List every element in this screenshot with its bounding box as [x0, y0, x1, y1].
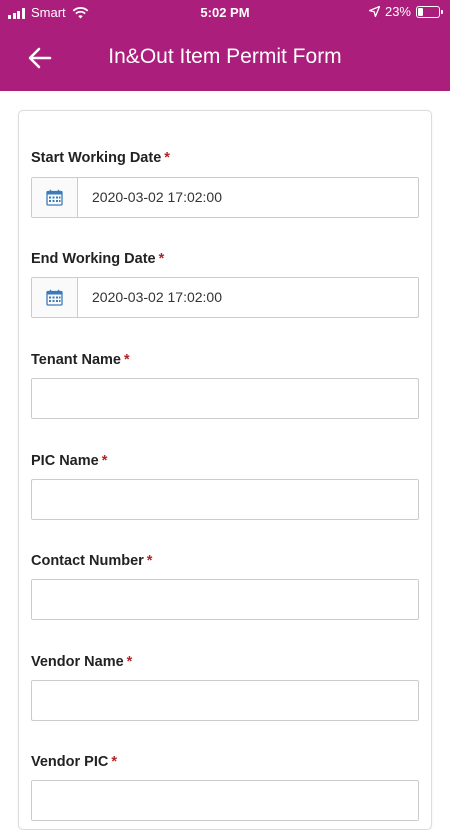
- pic-name-label: PIC Name *: [31, 453, 107, 469]
- status-right: 23%: [368, 4, 443, 19]
- vendor-pic-input[interactable]: [31, 780, 419, 821]
- calendar-icon: [46, 289, 63, 306]
- page-title: In&Out Item Permit Form: [0, 45, 450, 69]
- required-marker: *: [164, 150, 170, 166]
- pic-name-input[interactable]: [31, 479, 419, 520]
- vendor-pic-label-text: Vendor PIC: [31, 754, 109, 770]
- battery-fill: [418, 7, 423, 16]
- battery-icon: [416, 5, 443, 18]
- required-marker: *: [158, 251, 165, 267]
- status-bar: Smart 5:02 PM 23%: [0, 0, 450, 26]
- required-marker: *: [101, 453, 108, 469]
- battery-percent: 23%: [384, 4, 411, 19]
- nav-bar: In&Out Item Permit Form: [0, 30, 450, 86]
- end-date-calendar-button[interactable]: [32, 278, 78, 317]
- required-marker: *: [126, 654, 133, 670]
- vendor-name-label-text: Vendor Name: [31, 654, 124, 670]
- start-working-date-label: Start Working Date *: [31, 150, 170, 166]
- start-date-calendar-button[interactable]: [32, 178, 78, 217]
- required-marker: *: [123, 352, 130, 368]
- vendor-pic-label: Vendor PIC *: [31, 754, 117, 770]
- tenant-name-label: Tenant Name *: [31, 352, 130, 368]
- start-working-date-label-text: Start Working Date: [31, 150, 162, 166]
- pic-name-label-text: PIC Name: [31, 453, 99, 469]
- location-arrow-icon: [368, 6, 380, 17]
- required-marker: *: [111, 754, 118, 770]
- required-marker: *: [146, 553, 153, 569]
- end-working-date-label-text: End Working Date: [31, 251, 156, 267]
- form-card: [18, 110, 432, 830]
- end-working-date-label: End Working Date *: [31, 251, 164, 267]
- tenant-name-input[interactable]: [31, 378, 419, 419]
- end-working-date-input[interactable]: 2020-03-02 17:02:00: [31, 277, 419, 318]
- contact-number-label: Contact Number *: [31, 553, 152, 569]
- contact-number-label-text: Contact Number: [31, 553, 144, 569]
- start-working-date-input[interactable]: 2020-03-02 17:02:00: [31, 177, 419, 218]
- vendor-name-input[interactable]: [31, 680, 419, 721]
- calendar-icon: [46, 189, 63, 206]
- start-working-date-value: 2020-03-02 17:02:00: [92, 189, 222, 205]
- tenant-name-label-text: Tenant Name: [31, 352, 121, 368]
- app-header: Smart 5:02 PM 23% In&Out Item Permit For…: [0, 0, 450, 91]
- end-working-date-value: 2020-03-02 17:02:00: [92, 289, 222, 305]
- contact-number-input[interactable]: [31, 579, 419, 620]
- vendor-name-label: Vendor Name *: [31, 654, 132, 670]
- page-title-text: In&Out Item Permit Form: [108, 45, 342, 68]
